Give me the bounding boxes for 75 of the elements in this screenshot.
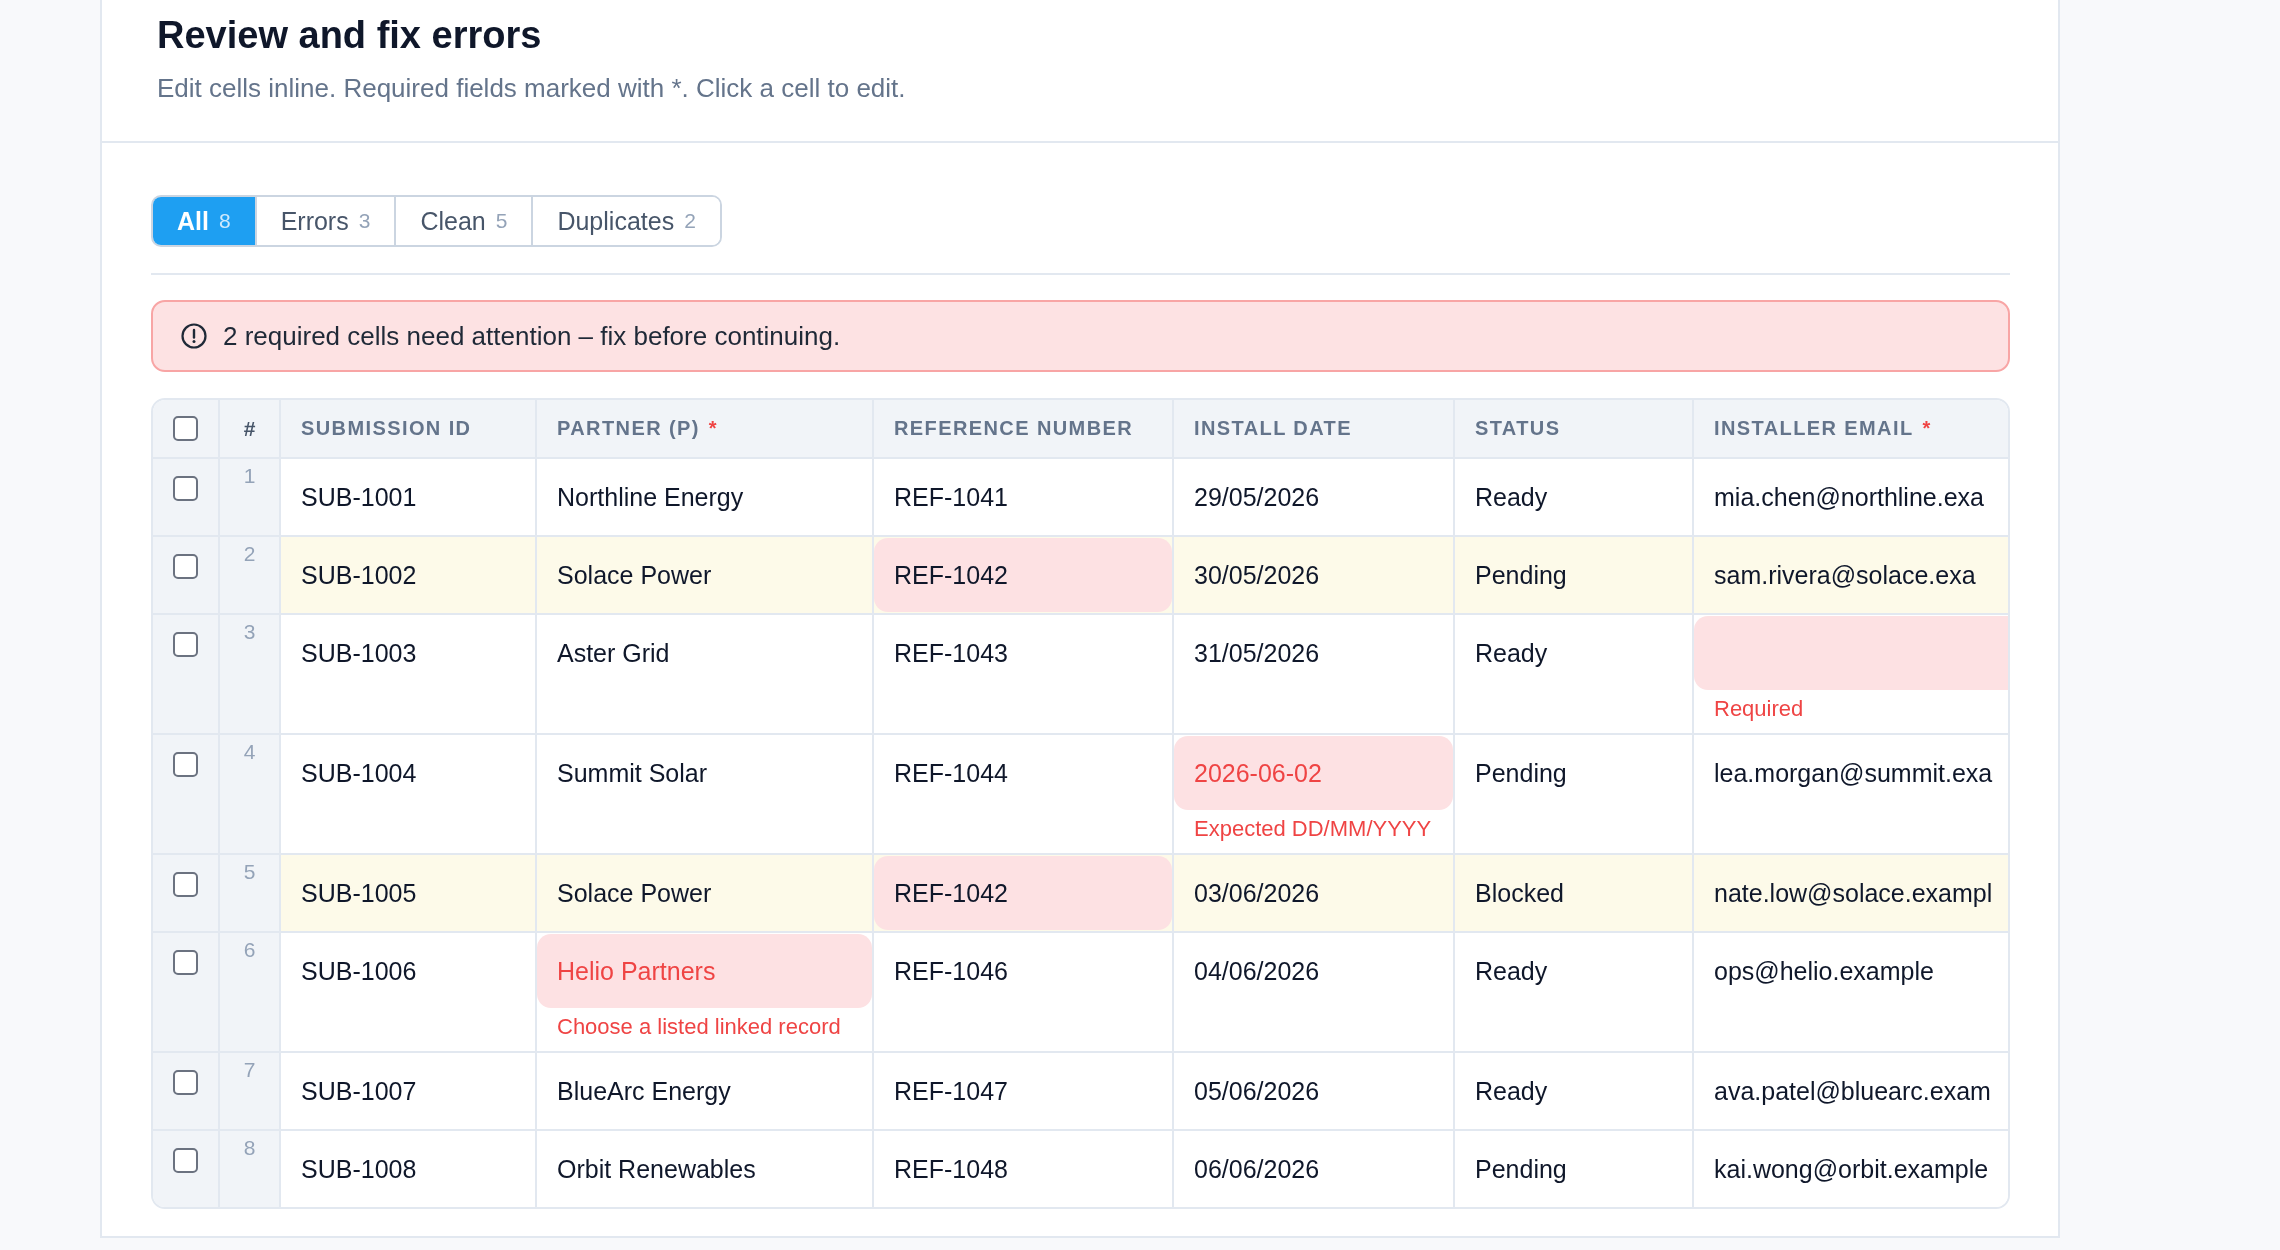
select-all-checkbox[interactable] xyxy=(173,416,198,441)
table-cell[interactable]: 03/06/2026 xyxy=(1174,855,1455,931)
row-number: 1 xyxy=(243,463,256,489)
filter-tab[interactable]: Duplicates 2 xyxy=(531,197,720,245)
table-cell[interactable]: lea.morgan@summit.exa xyxy=(1694,735,2008,853)
duplicate-cell[interactable]: REF-1042 xyxy=(874,538,1172,612)
table-cell[interactable]: REF-1048 xyxy=(874,1131,1174,1207)
table-cell[interactable]: Pending xyxy=(1455,1131,1694,1207)
error-message: Expected DD/MM/YYYY xyxy=(1193,815,1433,843)
table-cell[interactable]: REF-1046 xyxy=(874,933,1174,1051)
table-cell[interactable]: SUB-1004 xyxy=(281,735,537,853)
page-title: Review and fix errors xyxy=(157,13,543,57)
table-cell[interactable]: Orbit Renewables xyxy=(537,1131,874,1207)
row-checkbox[interactable] xyxy=(173,632,198,657)
table-cell[interactable]: Aster Grid xyxy=(537,615,874,733)
table-cell[interactable]: ops@helio.example xyxy=(1694,933,2008,1051)
alert-message: 2 required cells need attention – fix before continuing. xyxy=(223,320,841,352)
table-cell[interactable]: 06/06/2026 xyxy=(1174,1131,1455,1207)
row-number: 8 xyxy=(243,1135,256,1161)
table-cell[interactable]: Ready xyxy=(1455,459,1694,535)
row-checkbox[interactable] xyxy=(173,1148,198,1173)
row-number: 3 xyxy=(243,619,256,645)
table-cell[interactable]: BlueArc Energy xyxy=(537,1053,874,1129)
row-checkbox[interactable] xyxy=(173,554,198,579)
column-header: # xyxy=(220,400,281,457)
table-cell[interactable]: Northline Energy xyxy=(537,459,874,535)
column-header: STATUS xyxy=(1475,417,1561,440)
row-checkbox[interactable] xyxy=(173,752,198,777)
row-checkbox[interactable] xyxy=(173,476,198,501)
table-cell[interactable]: sam.rivera@solace.exa xyxy=(1694,537,2008,613)
table-cell[interactable]: 29/05/2026 xyxy=(1174,459,1455,535)
row-number: 6 xyxy=(243,937,256,963)
row-checkbox[interactable] xyxy=(173,872,198,897)
table-cell[interactable]: SUB-1005 xyxy=(281,855,537,931)
exclamation-circle-icon xyxy=(181,323,207,349)
table-cell[interactable]: kai.wong@orbit.example xyxy=(1694,1131,2008,1207)
error-message: Choose a listed linked record xyxy=(556,1013,842,1041)
table-cell[interactable]: 05/06/2026 xyxy=(1174,1053,1455,1129)
required-marker: * xyxy=(1922,417,1931,440)
table-cell[interactable]: ava.patel@bluearc.exam xyxy=(1694,1053,2008,1129)
empty-cell-field[interactable] xyxy=(1694,616,2008,690)
table-cell[interactable]: SUB-1001 xyxy=(281,459,537,535)
table-cell[interactable]: 31/05/2026 xyxy=(1174,615,1455,733)
table-cell[interactable]: Ready xyxy=(1455,1053,1694,1129)
required-marker: * xyxy=(708,417,717,440)
table-cell[interactable]: SUB-1007 xyxy=(281,1053,537,1129)
table-cell[interactable]: REF-1043 xyxy=(874,615,1174,733)
column-header: SUBMISSION ID xyxy=(301,417,472,440)
row-checkbox[interactable] xyxy=(173,1070,198,1095)
table-cell[interactable]: Pending xyxy=(1455,735,1694,853)
table-cell[interactable]: Blocked xyxy=(1455,855,1694,931)
table-cell[interactable]: 04/06/2026 xyxy=(1174,933,1455,1051)
row-number: 5 xyxy=(243,859,256,885)
column-header: INSTALL DATE xyxy=(1194,417,1352,440)
duplicate-cell[interactable]: REF-1042 xyxy=(874,856,1172,930)
table-cell[interactable]: SUB-1008 xyxy=(281,1131,537,1207)
table-cell[interactable]: Pending xyxy=(1455,537,1694,613)
row-number: 4 xyxy=(243,739,256,765)
table-cell[interactable]: 30/05/2026 xyxy=(1174,537,1455,613)
table-cell[interactable]: mia.chen@northline.exa xyxy=(1694,459,2008,535)
table-cell[interactable]: Ready xyxy=(1455,933,1694,1051)
table-cell[interactable]: nate.low@solace.exampl xyxy=(1694,855,2008,931)
row-number: 2 xyxy=(243,541,256,567)
page-subtitle: Edit cells inline. Required fields marked with *. Click a cell to edit. xyxy=(157,72,907,104)
row-number: 7 xyxy=(243,1057,256,1083)
error-message: Required xyxy=(1713,695,1805,723)
table-cell[interactable]: SUB-1002 xyxy=(281,537,537,613)
column-header: PARTNER (P) xyxy=(557,417,700,440)
table-cell[interactable]: SUB-1003 xyxy=(281,615,537,733)
row-checkbox[interactable] xyxy=(173,950,198,975)
column-header: INSTALLER EMAIL xyxy=(1714,417,1914,440)
table-cell[interactable]: Summit Solar xyxy=(537,735,874,853)
table-cell[interactable]: REF-1041 xyxy=(874,459,1174,535)
table-cell[interactable]: REF-1047 xyxy=(874,1053,1174,1129)
column-header: REFERENCE NUMBER xyxy=(894,417,1134,440)
